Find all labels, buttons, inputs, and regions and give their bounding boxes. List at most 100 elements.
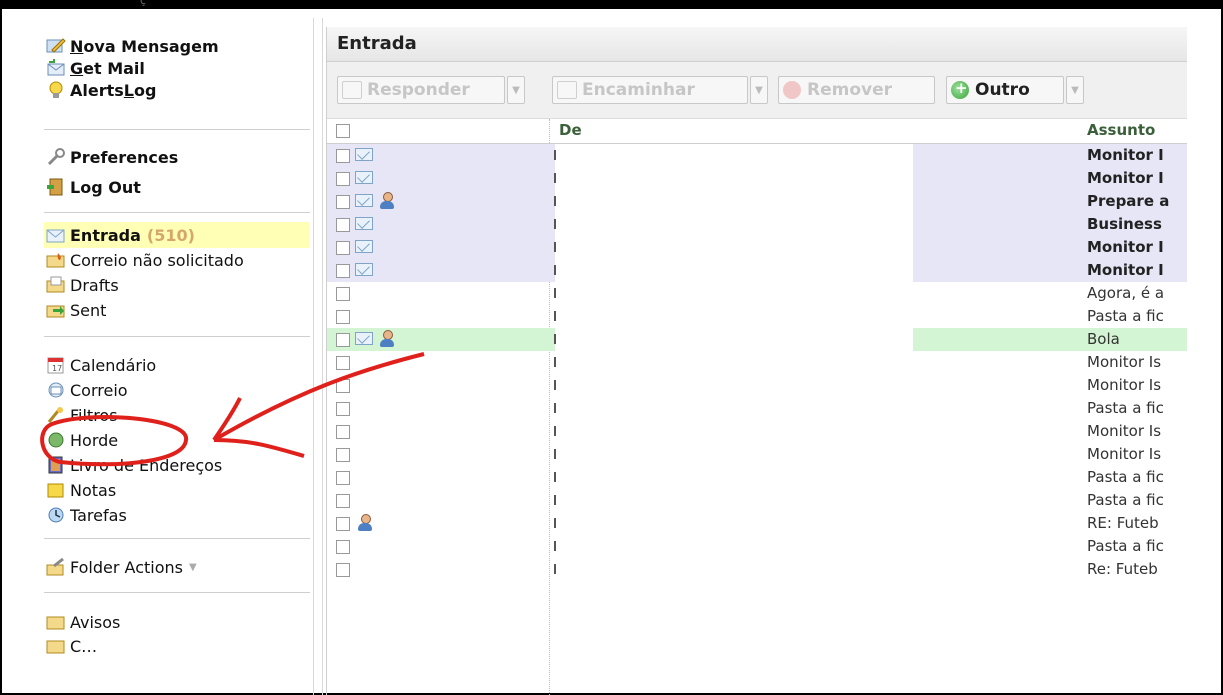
row-checkbox[interactable] <box>336 471 350 485</box>
sender-fragment <box>554 518 556 528</box>
sender-fragment <box>554 196 556 206</box>
message-row[interactable]: Monitor I <box>327 144 1187 167</box>
sidebar-item-preferences[interactable]: Preferences <box>46 145 178 169</box>
message-row[interactable]: Pasta a fic <box>327 489 1187 512</box>
redacted-sender <box>555 144 913 167</box>
sender-fragment <box>554 426 556 436</box>
message-row[interactable]: Pasta a fic <box>327 466 1187 489</box>
row-checkbox[interactable] <box>336 540 350 554</box>
envelope-icon <box>355 332 373 345</box>
row-checkbox[interactable] <box>336 310 350 324</box>
message-row[interactable]: Monitor I <box>327 236 1187 259</box>
select-all-checkbox[interactable] <box>336 124 350 138</box>
row-checkbox[interactable] <box>336 448 350 462</box>
message-row[interactable]: Business <box>327 213 1187 236</box>
message-row[interactable]: Monitor Is <box>327 374 1187 397</box>
message-row[interactable]: Agora, é a <box>327 282 1187 305</box>
sidebar-item-inbox[interactable]: Entrada (510) <box>46 223 195 247</box>
message-subject: Monitor Is <box>1087 353 1162 371</box>
message-subject: Monitor I <box>1087 238 1164 256</box>
sidebar-item-address-book[interactable]: Livro de Endereços <box>46 453 222 477</box>
sidebar-splitter[interactable] <box>313 18 323 695</box>
row-checkbox[interactable] <box>336 149 350 163</box>
redacted-sender <box>555 236 913 259</box>
row-checkbox[interactable] <box>336 241 350 255</box>
sidebar-item-filters[interactable]: Filtros <box>46 403 118 427</box>
delete-button[interactable]: Remover <box>778 76 935 104</box>
sidebar-item-avisos[interactable]: Avisos <box>46 610 120 634</box>
add-circle-icon <box>951 79 969 99</box>
sidebar-item-mail[interactable]: Correio <box>46 378 128 402</box>
message-row[interactable]: Pasta a fic <box>327 305 1187 328</box>
row-checkbox[interactable] <box>336 287 350 301</box>
sidebar-item-label: et Mail <box>83 58 145 78</box>
column-header-from[interactable]: De <box>559 121 582 139</box>
forward-button[interactable]: Encaminhar <box>552 76 748 104</box>
message-row[interactable]: Monitor Is <box>327 420 1187 443</box>
compose-icon <box>46 37 66 55</box>
sidebar-item-spam[interactable]: Correio não solicitado <box>46 248 244 272</box>
other-button[interactable]: Outro <box>946 76 1064 104</box>
message-row[interactable]: Prepare a <box>327 190 1187 213</box>
message-row[interactable]: Bola <box>327 328 1187 351</box>
contact-person-icon <box>379 330 395 348</box>
row-checkbox[interactable] <box>336 563 350 577</box>
row-checkbox[interactable] <box>336 356 350 370</box>
sender-fragment <box>554 265 556 275</box>
redacted-sender <box>555 190 913 213</box>
row-checkbox[interactable] <box>336 172 350 186</box>
sender-fragment <box>554 380 556 390</box>
sidebar-item-sent[interactable]: Sent <box>46 298 106 322</box>
sidebar-item-partial[interactable]: C… <box>46 637 97 655</box>
sidebar-item-get-mail[interactable]: Get Mail <box>46 56 145 80</box>
sidebar-item-horde[interactable]: Horde <box>46 428 118 452</box>
sidebar-item-drafts[interactable]: Drafts <box>46 273 119 297</box>
message-row[interactable]: Pasta a fic <box>327 535 1187 558</box>
row-checkbox[interactable] <box>336 379 350 393</box>
row-checkbox[interactable] <box>336 195 350 209</box>
redacted-sender <box>555 351 913 374</box>
sidebar-item-notes[interactable]: Notas <box>46 478 116 502</box>
row-checkbox[interactable] <box>336 494 350 508</box>
reply-dropdown-arrow[interactable]: ▼ <box>507 76 525 104</box>
message-row[interactable]: Monitor Is <box>327 443 1187 466</box>
message-row[interactable]: Monitor I <box>327 259 1187 282</box>
redacted-sender <box>555 466 913 489</box>
row-checkbox[interactable] <box>336 517 350 531</box>
svg-text:17: 17 <box>52 364 62 373</box>
message-row[interactable]: Monitor Is <box>327 351 1187 374</box>
message-subject: Monitor Is <box>1087 445 1162 463</box>
sidebar-item-new-message[interactable]: Nova Mensagem <box>46 34 219 58</box>
folder-actions-menu[interactable]: Folder Actions ▼ <box>46 555 197 579</box>
message-subject: Monitor I <box>1087 146 1164 164</box>
row-checkbox[interactable] <box>336 264 350 278</box>
sender-fragment <box>554 311 556 321</box>
reply-button[interactable]: Responder <box>337 76 505 104</box>
sidebar-item-label: og <box>133 80 157 100</box>
row-checkbox[interactable] <box>336 425 350 439</box>
row-checkbox[interactable] <box>336 402 350 416</box>
reply-label: Responder <box>367 80 470 100</box>
sent-folder-icon <box>46 301 66 319</box>
message-row[interactable]: Pasta a fic <box>327 397 1187 420</box>
unread-count-badge: (510) <box>146 225 195 245</box>
sidebar-item-tasks[interactable]: Tarefas <box>46 503 127 527</box>
sidebar-item-alerts-log[interactable]: Alerts Log <box>46 78 156 102</box>
redacted-sender <box>555 282 913 305</box>
message-toolbar: Responder ▼ Encaminhar ▼ Remover Outro ▼ <box>327 62 1187 119</box>
message-list-panel: Entrada Responder ▼ Encaminhar ▼ Remover… <box>326 27 1187 695</box>
message-subject: Monitor I <box>1087 261 1164 279</box>
row-checkbox[interactable] <box>336 333 350 347</box>
other-dropdown-arrow[interactable]: ▼ <box>1066 76 1084 104</box>
sidebar-item-calendar[interactable]: 17 Calendário <box>46 353 156 377</box>
row-checkbox[interactable] <box>336 218 350 232</box>
message-row[interactable]: Monitor I <box>327 167 1187 190</box>
folder-icon <box>46 637 66 655</box>
column-header-subject[interactable]: Assunto <box>1087 121 1155 139</box>
message-row[interactable]: Re: Futeb <box>327 558 1187 581</box>
message-row[interactable]: RE: Futeb <box>327 512 1187 535</box>
forward-dropdown-arrow[interactable]: ▼ <box>750 76 768 104</box>
redacted-sender <box>555 489 913 512</box>
forward-icon <box>557 81 577 99</box>
sidebar-item-log-out[interactable]: Log Out <box>46 175 141 199</box>
